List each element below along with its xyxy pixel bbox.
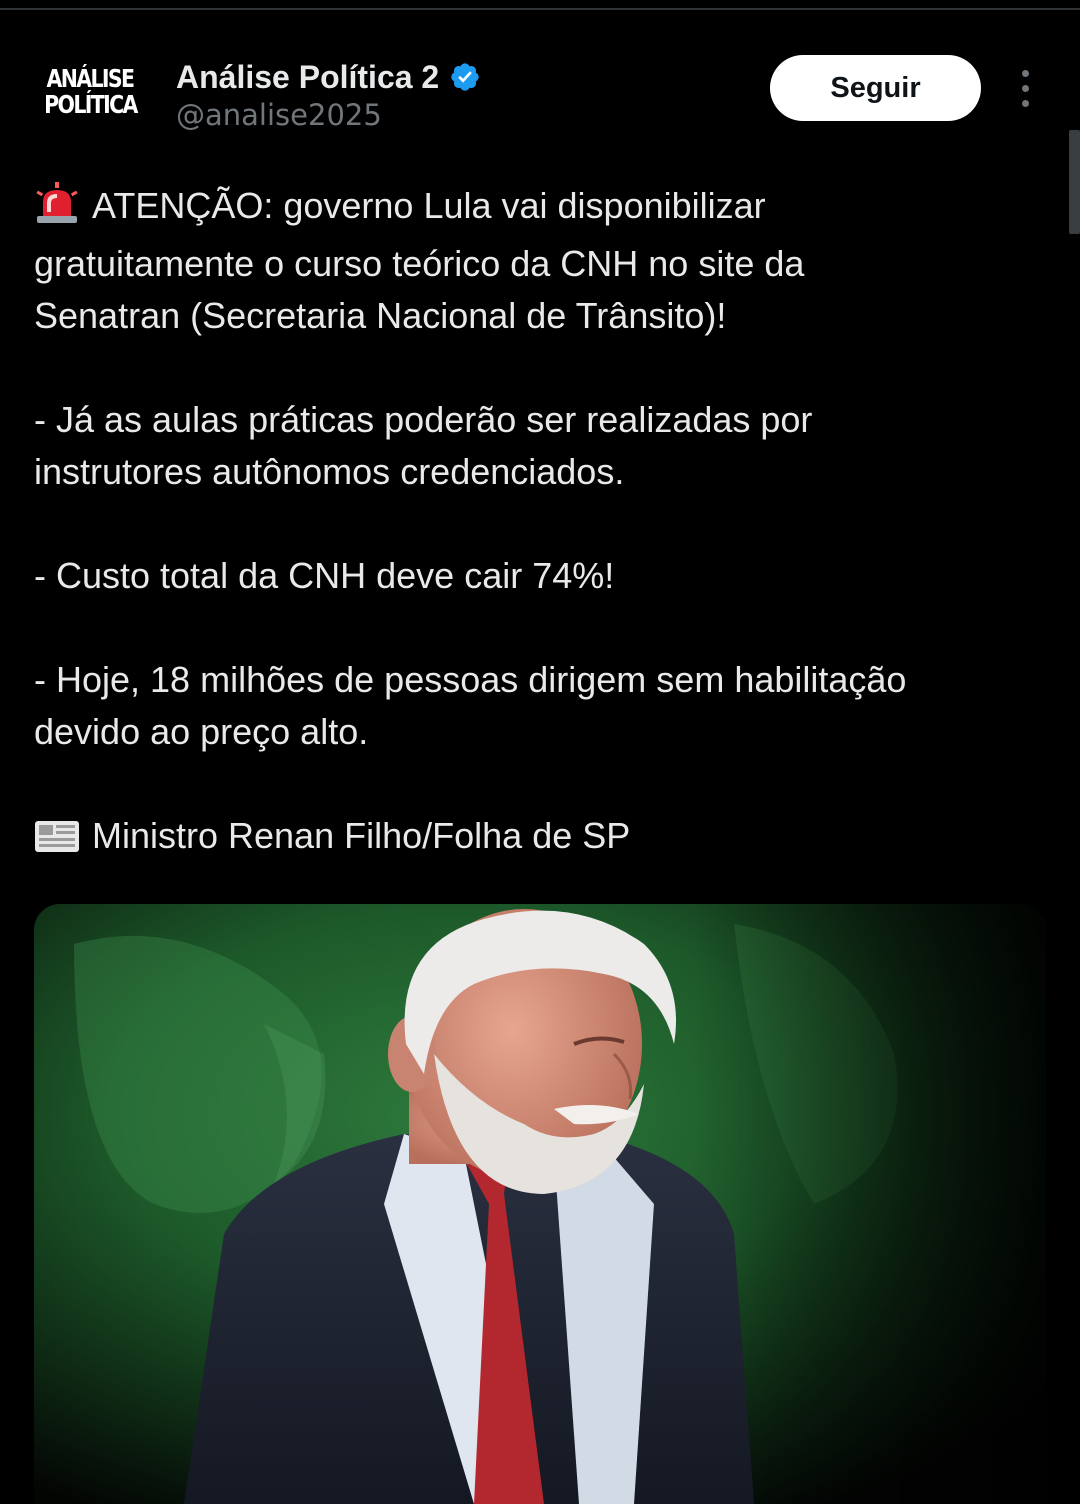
- verified-badge-icon: [449, 61, 481, 93]
- newspaper-emoji: [34, 816, 80, 868]
- tweet-line: ATENÇÃO: governo Lula vai disponibilizar: [34, 180, 1044, 238]
- more-dot: [1021, 69, 1029, 77]
- tweet-line: Ministro Renan Filho/Folha de SP: [34, 810, 1044, 868]
- display-name[interactable]: Análise Política 2: [176, 59, 439, 96]
- tweet-line: - Já as aulas práticas poderão ser reali…: [34, 399, 813, 440]
- more-dot: [1021, 99, 1029, 107]
- scrollbar[interactable]: [1069, 130, 1080, 234]
- tweet-header: ANÁLISE POLÍTICA Análise Política 2 @ana…: [0, 52, 1080, 132]
- tweet-line-text: Ministro Renan Filho/Folha de SP: [92, 815, 631, 856]
- tweet-line: instrutores autônomos credenciados.: [34, 451, 625, 492]
- handle[interactable]: @analise2025: [176, 98, 481, 132]
- tweet-line: gratuitamente o curso teórico da CNH no …: [34, 243, 805, 284]
- avatar-logo-line-2: POLÍTICA: [43, 90, 138, 119]
- follow-button[interactable]: Seguir: [770, 55, 981, 121]
- tweet-line-text: ATENÇÃO: governo Lula vai disponibilizar: [92, 185, 766, 226]
- police-siren-emoji: [34, 182, 80, 238]
- top-divider: [0, 8, 1080, 10]
- tweet-line: - Custo total da CNH deve cair 74%!: [34, 555, 615, 596]
- tweet-line: - Hoje, 18 milhões de pessoas dirigem se…: [34, 659, 907, 700]
- more-dot: [1021, 84, 1029, 92]
- display-name-row: Análise Política 2: [176, 56, 481, 98]
- avatar[interactable]: ANÁLISE POLÍTICA: [34, 52, 146, 132]
- photo-of-man-in-suit: [34, 904, 1046, 1504]
- tweet-photo[interactable]: [34, 904, 1046, 1504]
- tweet-line: Senatran (Secretaria Nacional de Trânsit…: [34, 295, 727, 336]
- author-info[interactable]: Análise Política 2 @analise2025: [176, 56, 481, 132]
- avatar-logo-line-1: ANÁLISE: [46, 64, 136, 93]
- tweet-text: ATENÇÃO: governo Lula vai disponibilizar…: [34, 180, 1044, 868]
- more-options-icon[interactable]: [1008, 66, 1042, 110]
- tweet-line: devido ao preço alto.: [34, 711, 369, 752]
